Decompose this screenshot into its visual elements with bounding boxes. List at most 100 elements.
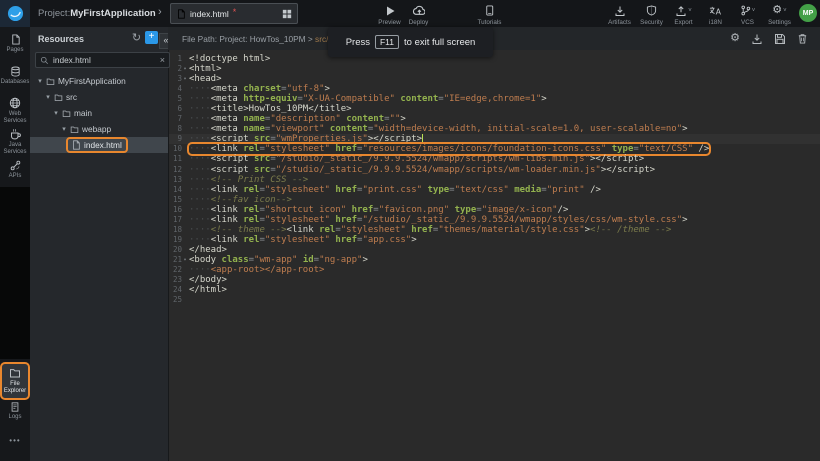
i18n-button[interactable]: Ai18N	[703, 4, 728, 26]
sidebar-item-web-services[interactable]: Web Services	[0, 97, 30, 125]
tree-item-src[interactable]: ▾src	[30, 89, 168, 105]
code-text: ····<meta charset="utf-8">	[189, 84, 330, 94]
tree-item-webapp[interactable]: ▾webapp	[30, 121, 168, 137]
download-tray-icon	[614, 5, 626, 17]
code-line-8[interactable]: 8····<meta name="viewport" content="widt…	[168, 124, 820, 134]
code-line-20[interactable]: 20</head>	[168, 245, 820, 255]
fold-icon[interactable]: ▾	[182, 64, 188, 74]
editor-tab-index-html[interactable]: index.html *	[170, 3, 298, 24]
sidebar-item-java-services[interactable]: Java Services	[0, 128, 30, 156]
code-line-21[interactable]: 21▾<body class="wm-app" id="ng-app">	[168, 255, 820, 265]
resource-search: ×	[35, 52, 170, 68]
settings-icon[interactable]: ⚙	[730, 33, 740, 44]
line-number: 2	[168, 64, 182, 74]
coffee-icon	[9, 128, 21, 140]
code-line-23[interactable]: 23</body>	[168, 275, 820, 285]
line-number: 3	[168, 74, 182, 84]
caret-down-icon[interactable]: ▾	[36, 77, 44, 85]
code-line-2[interactable]: 2▾<html>	[168, 64, 820, 74]
code-text: ····<link rel="stylesheet" href="print.c…	[189, 185, 601, 195]
code-text: ····<script src="/studio/_static_/9.9.9.…	[189, 154, 644, 164]
caret-down-icon[interactable]: ▾	[52, 109, 60, 117]
download-icon[interactable]	[751, 33, 763, 45]
line-number: 11	[168, 154, 182, 164]
left-sidebar: ••• Pages Databases Web Services Java Servi…	[0, 27, 30, 461]
code-text: ····<link rel="stylesheet" href="app.css…	[189, 235, 417, 245]
code-line-14[interactable]: 14····<link rel="stylesheet" href="print…	[168, 185, 820, 195]
export-button[interactable]: ˅Export	[671, 4, 696, 26]
cloud-up-icon	[412, 4, 425, 17]
code-editor[interactable]: 1<!doctype html>2▾<html>3▾<head>4····<me…	[168, 50, 820, 461]
code-text: ····<app-root></app-root>	[189, 265, 324, 275]
fold-icon[interactable]: ▾	[182, 74, 188, 84]
tree-item-main[interactable]: ▾main	[30, 105, 168, 121]
f11-keycap: F11	[375, 35, 399, 49]
chevron-down-icon: ˅	[783, 8, 787, 14]
sidebar-item-pages[interactable]: Pages	[0, 34, 30, 54]
code-line-10[interactable]: 10····<link rel="stylesheet" href="resou…	[168, 144, 820, 154]
tree-item-index-html[interactable]: index.html	[30, 137, 168, 153]
action-label: i18N	[709, 19, 722, 26]
caret-down-icon[interactable]: ▾	[44, 93, 52, 101]
avatar[interactable]: MP	[799, 4, 817, 22]
vcs-button[interactable]: ˅VCS	[735, 4, 760, 26]
chevron-right-icon: ›	[158, 6, 162, 18]
code-text: <head>	[189, 74, 222, 84]
wavemaker-logo[interactable]	[0, 0, 30, 27]
line-number: 21	[168, 255, 182, 265]
upload-tray-icon	[675, 5, 687, 17]
artifacts-button[interactable]: Artifacts	[607, 4, 632, 26]
trash-icon[interactable]	[797, 33, 808, 44]
deploy-button[interactable]: Deploy	[406, 4, 431, 26]
sidebar-item-label: Pages	[6, 47, 23, 54]
code-text: <html>	[189, 64, 222, 74]
sidebar-item-file-explorer[interactable]: File Explorer	[2, 364, 28, 398]
code-line-17[interactable]: 17····<link rel="stylesheet" href="/stud…	[168, 215, 820, 225]
line-number: 1	[168, 54, 182, 64]
code-text: </body>	[189, 275, 227, 285]
code-line-25[interactable]: 25	[168, 295, 820, 305]
code-line-4[interactable]: 4 ····<meta charset="utf-8">	[168, 84, 820, 94]
code-line-7[interactable]: 7····<meta name="description" content=""…	[168, 114, 820, 124]
tutorials-button[interactable]: Tutorials	[477, 4, 502, 26]
code-line-22[interactable]: 22 ····<app-root></app-root>	[168, 265, 820, 275]
line-number: 13	[168, 175, 182, 185]
line-number: 4	[168, 84, 182, 94]
more-options-button[interactable]: •••	[0, 436, 30, 445]
fold-icon[interactable]: ▾	[182, 255, 188, 265]
code-line-11[interactable]: 11 ····<script src="/studio/_static_/9.9.…	[168, 154, 820, 164]
sidebar-item-apis[interactable]: APIs	[0, 160, 30, 180]
code-line-18[interactable]: 18····<!-- theme --><link rel="styleshee…	[168, 225, 820, 235]
code-text: ····<meta http-equiv="X-UA-Compatible" c…	[189, 94, 547, 104]
sidebar-item-databases[interactable]: Databases	[0, 66, 30, 86]
code-text: ····<!-- Print CSS -->	[189, 175, 308, 185]
sidebar-item-logs[interactable]: Logs	[0, 402, 30, 421]
preview-button[interactable]: Preview	[377, 4, 402, 26]
tree-item-myfirstapplication[interactable]: ▾MyFirstApplication	[30, 73, 168, 89]
clear-search-icon[interactable]: ×	[160, 55, 165, 65]
code-line-5[interactable]: 5····<meta http-equiv="X-UA-Compatible" …	[168, 94, 820, 104]
refresh-icon[interactable]: ↻	[130, 31, 143, 45]
add-resource-button[interactable]: +	[145, 31, 158, 44]
search-input[interactable]	[53, 55, 156, 65]
line-number: 22	[168, 265, 182, 275]
file-actions: ⚙	[730, 33, 808, 45]
settings-button[interactable]: ⚙˅Settings	[767, 4, 792, 26]
code-line-3[interactable]: 3▾<head>	[168, 74, 820, 84]
code-line-24[interactable]: 24</html>	[168, 285, 820, 295]
file-icon	[71, 140, 81, 150]
code-line-16[interactable]: 16····<link rel="shortcut icon" href="fa…	[168, 205, 820, 215]
code-line-19[interactable]: 19····<link rel="stylesheet" href="app.c…	[168, 235, 820, 245]
code-line-12[interactable]: 12····<script src="/studio/_static_/9.9.…	[168, 165, 820, 175]
grid-icon[interactable]	[282, 9, 292, 19]
code-line-9[interactable]: 9····<script src="wmProperties.js"></scr…	[168, 134, 820, 144]
save-icon[interactable]	[774, 33, 786, 45]
code-line-13[interactable]: 13 ····<!-- Print CSS -->	[168, 175, 820, 185]
security-button[interactable]: Security	[639, 4, 664, 26]
code-line-15[interactable]: 15····<!--fav icon-->	[168, 195, 820, 205]
code-line-6[interactable]: 6····<title>HowTos_10PM</title>	[168, 104, 820, 114]
code-line-1[interactable]: 1<!doctype html>	[168, 54, 820, 64]
action-label: Artifacts	[608, 19, 631, 26]
caret-down-icon[interactable]: ▾	[60, 125, 68, 133]
file-tree: ▾MyFirstApplication▾src▾main▾webappindex…	[30, 73, 168, 153]
